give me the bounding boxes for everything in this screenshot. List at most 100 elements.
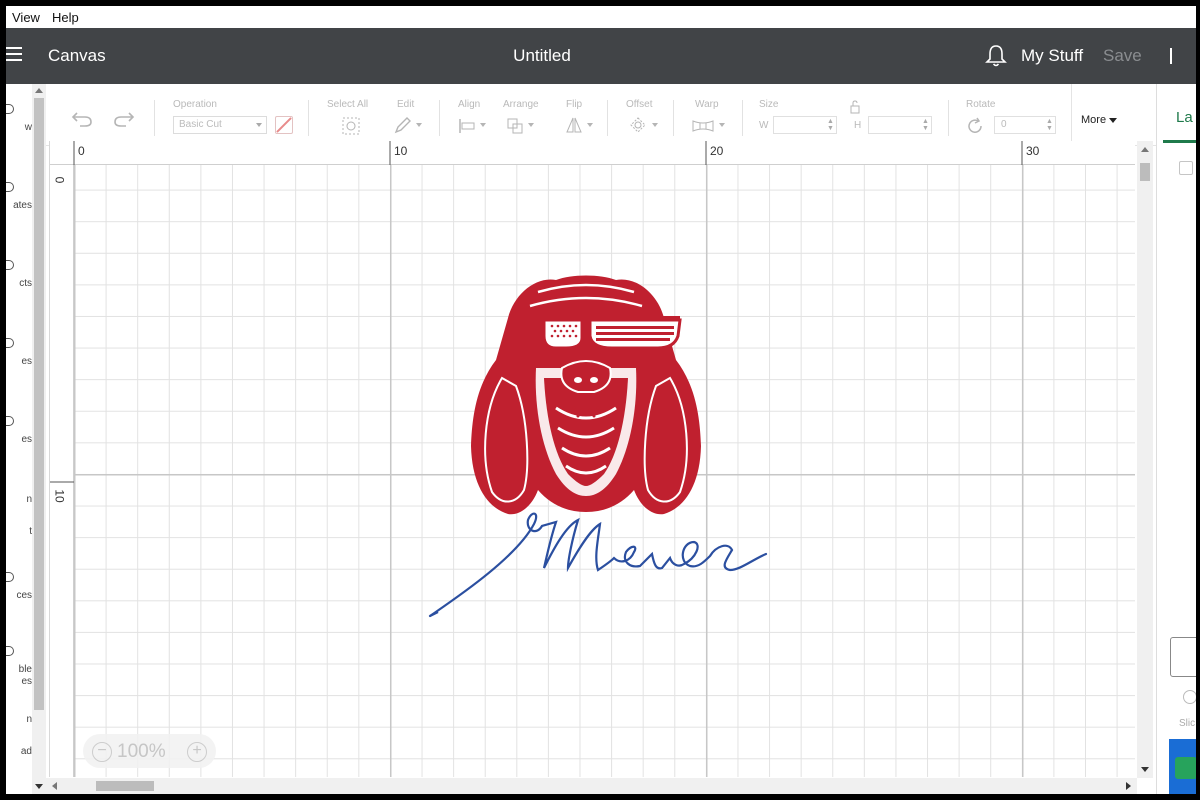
vertical-scroll-thumb[interactable] (1140, 163, 1150, 181)
left-rail-item-upload[interactable]: n (6, 714, 32, 725)
group-icon[interactable] (1179, 161, 1193, 175)
save-button[interactable]: Save (1103, 46, 1142, 66)
toolbar-separator (673, 100, 674, 136)
rotate-stepper[interactable]: ▲ ▼ (1046, 118, 1054, 132)
left-design-panel: w ates cts es es n t ces ble es n ad (6, 84, 46, 794)
scroll-left-arrow-icon[interactable] (52, 782, 57, 790)
arrange-icon[interactable] (506, 117, 524, 135)
horizontal-scroll-thumb[interactable] (96, 781, 154, 791)
ruler-label-0: 0 (78, 144, 85, 158)
toolbar-separator (1071, 84, 1072, 146)
left-rail-item-phrases[interactable]: ces (6, 590, 32, 601)
undo-icon[interactable] (70, 110, 94, 128)
menu-view[interactable]: View (6, 10, 46, 25)
offset-icon[interactable] (628, 116, 648, 136)
slice-icon[interactable] (1183, 690, 1196, 704)
document-title: Untitled (513, 46, 571, 65)
blank-canvas-swatch[interactable] (1170, 637, 1196, 677)
operation-value: Basic Cut (179, 119, 222, 130)
offset-label: Offset (626, 99, 653, 110)
rotate-input[interactable]: 0 ▲ ▼ (994, 116, 1056, 134)
rotate-value: 0 (1001, 119, 1007, 130)
pen-color-swatch[interactable] (275, 116, 293, 134)
edit-label: Edit (397, 99, 415, 110)
left-panel-scrollbar[interactable] (32, 84, 46, 794)
canvas-vertical-scrollbar[interactable] (1137, 141, 1153, 778)
flip-label: Flip (566, 99, 583, 110)
size-label: Size (759, 99, 779, 110)
dog-design-artwork[interactable] (416, 268, 776, 628)
editable-icon (6, 646, 14, 656)
layers-panel: La Slic (1156, 84, 1196, 794)
chat-icon[interactable] (1175, 757, 1196, 779)
zoom-out-icon[interactable]: − (92, 742, 112, 762)
toolbar-separator (308, 100, 309, 136)
new-icon (6, 104, 14, 114)
canvas-horizontal-scrollbar[interactable] (46, 778, 1137, 794)
rotate-icon[interactable] (965, 116, 985, 136)
height-stepper[interactable]: ▲ ▼ (922, 118, 930, 132)
scroll-up-arrow-icon[interactable] (1141, 147, 1149, 152)
chevron-down-icon (652, 123, 658, 127)
left-rail-item-shapes[interactable]: es (6, 434, 32, 445)
select-all-label: Select All (327, 99, 369, 110)
flip-icon[interactable] (565, 116, 583, 134)
my-stuff-link[interactable]: My Stuff (1021, 46, 1083, 66)
toolbar-separator (742, 100, 743, 136)
lock-icon[interactable] (849, 100, 861, 114)
scroll-up-arrow-icon[interactable] (35, 88, 43, 93)
menu-help[interactable]: Help (46, 10, 85, 25)
toolbar-separator (154, 100, 155, 136)
ruler-label-20: 20 (710, 144, 724, 158)
menu-bar: View Help (6, 6, 1196, 28)
merica-script-text (428, 512, 768, 618)
top-ruler: 0 10 20 30 (50, 141, 1135, 165)
left-ruler-ticks (50, 481, 74, 483)
chevron-down-icon (416, 123, 422, 127)
templates-icon (6, 182, 14, 192)
redo-icon[interactable] (112, 110, 136, 128)
projects-icon (6, 260, 14, 270)
shapes-icon (6, 416, 14, 426)
left-rail-item-upload-2[interactable]: ad (6, 746, 32, 757)
operation-label: Operation (173, 99, 217, 110)
left-rail-item-text[interactable]: n (6, 494, 32, 505)
top-ruler-ticks (73, 141, 1023, 165)
left-rail-item-text-2[interactable]: t (6, 526, 32, 537)
chevron-down-icon (719, 123, 725, 127)
toolbar-separator (607, 100, 608, 136)
left-scroll-thumb[interactable] (34, 98, 44, 710)
operation-select[interactable]: Basic Cut (173, 116, 267, 134)
height-input[interactable]: ▲ ▼ (868, 116, 932, 134)
width-stepper[interactable]: ▲ ▼ (827, 118, 835, 132)
align-icon[interactable] (458, 118, 476, 134)
left-rail-item-new[interactable]: w (6, 122, 32, 133)
left-rail-item-projects[interactable]: cts (6, 278, 32, 289)
scroll-down-arrow-icon[interactable] (35, 784, 43, 789)
scroll-right-arrow-icon[interactable] (1126, 782, 1131, 790)
app-header: Canvas Untitled My Stuff Save (6, 28, 1196, 84)
align-label: Align (458, 99, 481, 110)
tab-layers[interactable]: La (1176, 109, 1193, 126)
zoom-in-icon[interactable]: + (187, 742, 207, 762)
flag-sunglasses (542, 316, 682, 350)
select-all-icon[interactable] (341, 116, 361, 136)
images-icon (6, 338, 14, 348)
more-button[interactable]: More (1081, 114, 1117, 126)
dog-nose (560, 360, 612, 393)
left-rail-item-templates[interactable]: ates (6, 200, 32, 211)
width-prefix: W (759, 120, 769, 131)
scroll-down-arrow-icon[interactable] (1141, 767, 1149, 772)
slice-label: Slic (1179, 718, 1196, 729)
left-rail-item-images[interactable]: es (6, 356, 32, 367)
edit-toolbar: Operation Basic Cut Select All Edit Alig… (46, 84, 1156, 146)
notifications-bell-icon[interactable] (985, 44, 1007, 68)
width-input[interactable]: ▲ ▼ (773, 116, 837, 134)
left-rail-item-editable[interactable]: ble (6, 664, 32, 675)
warp-icon[interactable] (691, 118, 715, 134)
edit-pencil-icon[interactable] (392, 116, 414, 136)
left-rail-item-images-2[interactable]: es (6, 676, 32, 687)
chevron-down-icon (587, 123, 593, 127)
warp-label: Warp (695, 99, 719, 110)
make-it-button[interactable] (1169, 739, 1196, 794)
